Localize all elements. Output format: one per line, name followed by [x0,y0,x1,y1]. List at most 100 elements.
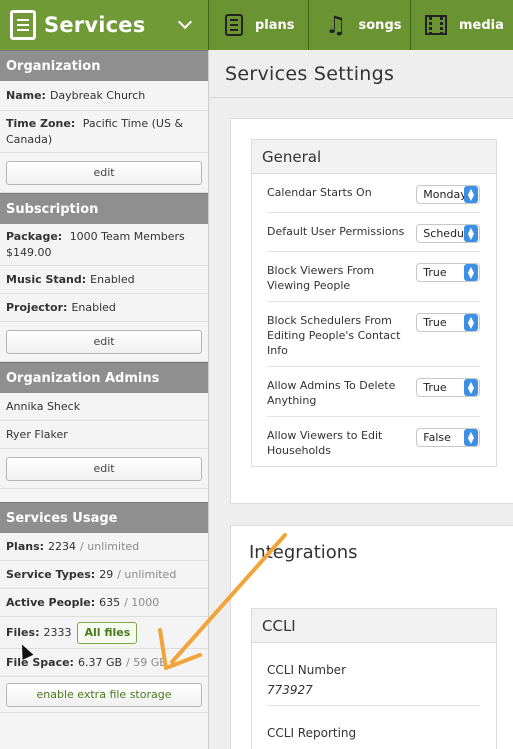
setting-calendar-starts-on: Calendar Starts On Monday ▲ ▼ [267,174,480,213]
admin-name: Annika Sheck [6,399,81,413]
setting-label: Allow Admins To Delete Anything [267,379,396,407]
select-arrows-icon: ▲ ▼ [464,379,478,396]
integrations-heading: Integrations [249,542,358,563]
usage-plans-value: 2234 [48,539,77,553]
chevron-down-icon[interactable] [177,14,193,30]
subscription-edit-button[interactable]: edit [6,329,202,354]
org-name-row: Name: Daybreak Church [0,81,208,111]
ccli-number-label: CCLI Number [267,663,347,677]
ccli-number-value: 773927 [267,683,313,697]
usage-files-row: Files: 2333 All files [0,617,208,649]
usage-space-limit: / 59 GB [126,655,167,669]
package-price: $149.00 [6,245,52,259]
usage-types-label: Service Types: [6,567,96,581]
organization-heading: Organization [0,50,208,81]
page-title: Services Settings [210,50,513,98]
select-arrows-icon: ▲ ▼ [464,225,478,242]
ccli-heading: CCLI [252,609,496,643]
usage-space-value: 6.37 GB [77,655,123,669]
select-value: True [423,316,447,329]
subscription-heading: Subscription [0,193,208,224]
general-panel: General Calendar Starts On Monday ▲ ▼ Def… [230,118,513,504]
select-value: Scheduler [423,227,464,240]
usage-plans-limit: / unlimited [80,539,140,553]
admins-edit-row: edit [0,449,208,489]
package-value: 1000 Team Members [69,230,185,244]
usage-plans-label: Plans: [6,539,45,553]
extra-storage-row: enable extra file storage [0,677,208,713]
setting-allow-admins-delete: Allow Admins To Delete Anything True ▲ ▼ [267,367,480,417]
setting-label: Calendar Starts On [267,186,372,199]
tab-media-label: media [459,17,504,33]
org-edit-row: edit [0,153,208,193]
setting-default-user-permissions: Default User Permissions Scheduler ▲▼ [267,213,480,252]
usage-types-row: Service Types: 29 / unlimited [0,561,208,589]
general-subpanel: General Calendar Starts On Monday ▲ ▼ Def… [251,139,497,467]
allow-admins-delete-select[interactable]: True ▲ ▼ [416,378,480,397]
usage-people-value: 635 [99,595,121,609]
select-arrows-icon: ▲ ▼ [464,186,478,203]
setting-allow-viewers-edit-households: Allow Viewers to Edit Households False ▲… [267,417,480,466]
usage-files-label: Files: [6,625,40,639]
package-row: Package: 1000 Team Members $149.00 [0,224,208,266]
tab-media[interactable]: media [411,0,513,50]
setting-label: Block Viewers From Viewing People [267,264,375,292]
tab-plans[interactable]: plans [209,0,309,50]
setting-block-schedulers: Block Schedulers From Editing People's C… [267,302,480,367]
music-stand-label: Music Stand: [6,272,87,286]
enable-extra-storage-button[interactable]: enable extra file storage [6,682,202,707]
setting-block-viewers: Block Viewers From Viewing People True ▲… [267,252,480,302]
block-viewers-select[interactable]: True ▲ ▼ [416,263,480,282]
calendar-starts-select[interactable]: Monday ▲ ▼ [416,185,480,204]
select-arrows-icon: ▲ ▼ [464,314,478,331]
usage-plans-row: Plans: 2234 / unlimited [0,533,208,561]
general-heading: General [252,140,496,174]
ccli-subpanel: CCLI CCLI Number 773927 CCLI Reporting [251,608,497,749]
select-value: True [423,266,447,279]
services-logo-icon [10,10,36,40]
subscription-edit-row: edit [0,322,208,362]
music-stand-value: Enabled [90,272,135,286]
default-permissions-select[interactable]: Scheduler ▲▼ [416,224,480,243]
tab-songs-label: songs [358,17,402,33]
block-schedulers-select[interactable]: True ▲ ▼ [416,313,480,332]
setting-label: Allow Viewers to Edit Households [267,429,383,457]
usage-types-limit: / unlimited [117,567,177,581]
music-note-icon: ♫ [325,11,347,39]
projector-row: Projector: Enabled [0,294,208,322]
select-value: Monday [423,188,464,201]
setting-label: Default User Permissions [267,225,405,238]
package-text: Package: 1000 Team Members $149.00 [6,229,185,260]
admins-edit-button[interactable]: edit [6,456,202,481]
usage-people-label: Active People: [6,595,96,609]
select-value: False [423,431,451,444]
org-name-value: Daybreak Church [49,88,146,102]
org-name-label: Name: [6,88,46,102]
package-label: Package: [6,230,63,244]
top-nav-bar: Services plans ♫ songs media [0,0,513,50]
app-title: Services [44,13,146,37]
setting-label: Block Schedulers From Editing People's C… [267,314,401,357]
plans-icon [225,14,243,36]
org-edit-button[interactable]: edit [6,160,202,185]
admin-row: Ryer Flaker [0,421,208,449]
admin-row: Annika Sheck [0,393,208,421]
integrations-panel: Integrations CCLI CCLI Number 773927 CCL… [230,525,513,749]
select-value: True [423,381,447,394]
select-arrows-icon: ▲ ▼ [464,429,478,446]
tab-songs[interactable]: ♫ songs [309,0,411,50]
tab-plans-label: plans [255,17,295,33]
select-arrows-icon: ▲ ▼ [464,264,478,281]
admin-name: Ryer Flaker [6,427,68,441]
admins-heading: Organization Admins [0,362,208,393]
usage-space-label: File Space: [6,655,74,669]
ccli-reporting-label: CCLI Reporting [267,726,357,740]
app-switcher[interactable]: Services [0,0,209,50]
allow-viewers-edit-select[interactable]: False ▲ ▼ [416,428,480,447]
usage-types-value: 29 [99,567,114,581]
sidebar: Organization Name: Daybreak Church Time … [0,50,209,749]
usage-heading: Services Usage [0,502,208,533]
all-files-button[interactable]: All files [77,621,138,644]
music-stand-row: Music Stand: Enabled [0,266,208,294]
usage-files-value: 2333 [43,625,72,639]
